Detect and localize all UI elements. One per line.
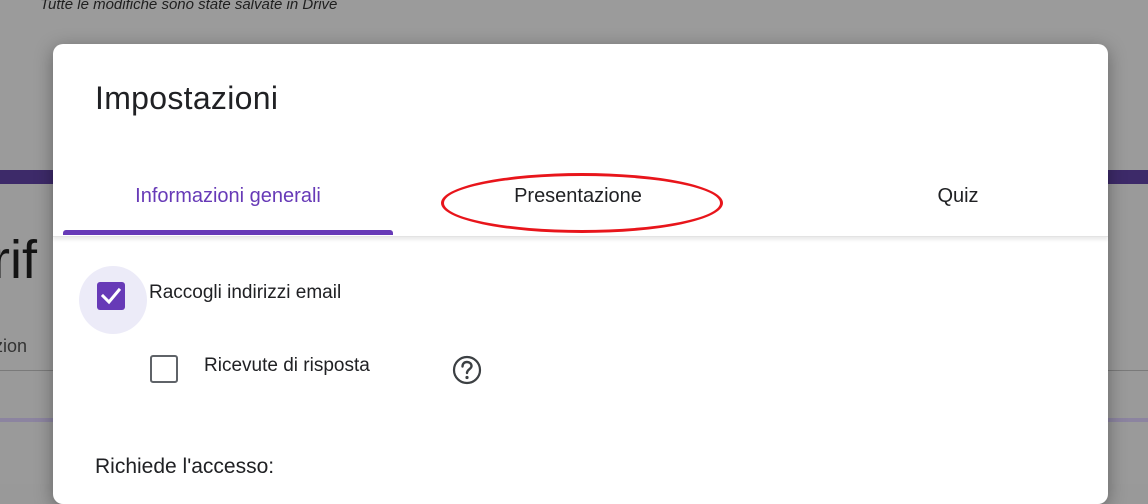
tab-general-info[interactable]: Informazioni generali xyxy=(63,170,393,236)
response-receipts-checkbox[interactable] xyxy=(150,355,178,383)
save-status-text: Tutte le modifiche sono state salvate in… xyxy=(40,0,338,13)
collect-emails-checkbox[interactable] xyxy=(97,282,125,310)
tab-quiz[interactable]: Quiz xyxy=(808,170,1108,236)
dialog-title: Impostazioni xyxy=(95,80,279,116)
checkmark-icon xyxy=(101,287,121,305)
help-icon[interactable] xyxy=(451,354,483,386)
form-title: rif xyxy=(0,230,37,290)
active-tab-indicator xyxy=(63,230,393,235)
collect-emails-label: Raccogli indirizzi email xyxy=(149,282,342,303)
response-receipts-label: Ricevute di risposta xyxy=(204,355,370,376)
settings-dialog: Impostazioni Informazioni generali Prese… xyxy=(53,44,1108,504)
access-section-label: Richiede l'accesso: xyxy=(95,455,275,478)
annotation-ellipse xyxy=(441,173,723,233)
form-description: zion xyxy=(0,336,28,356)
